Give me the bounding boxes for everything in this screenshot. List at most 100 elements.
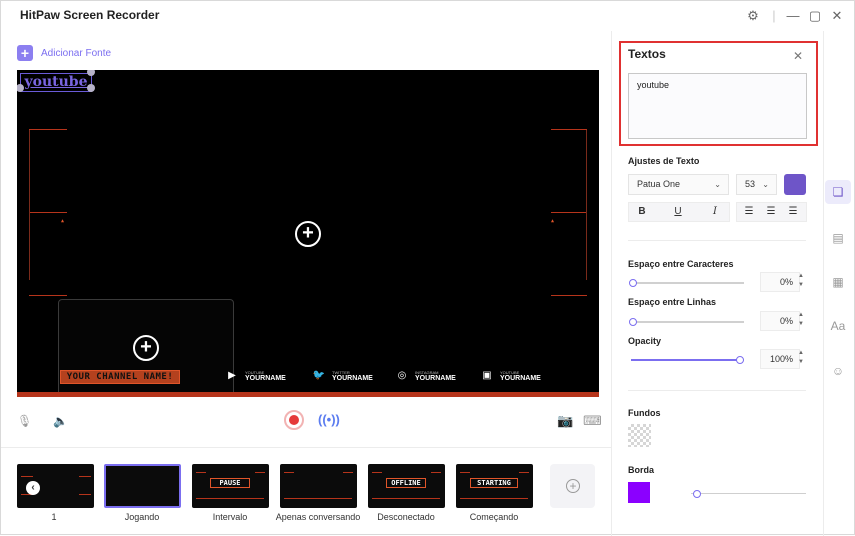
opacity-slider[interactable] (631, 356, 744, 364)
slider-knob[interactable] (629, 279, 637, 287)
hud-triangle: ▲ (551, 218, 555, 224)
opacity-title: Opacity (628, 336, 662, 346)
add-scene-button[interactable]: + (550, 464, 595, 508)
border-title: Borda (628, 465, 655, 475)
text-settings-title: Ajustes de Texto (628, 156, 700, 166)
scene-word: STARTING (470, 478, 518, 488)
scene-label: Começando (469, 512, 519, 522)
hud-line (551, 295, 587, 296)
scene-thumbnail[interactable] (280, 464, 357, 508)
scene-label: 1 (51, 512, 57, 522)
align-left-icon[interactable]: ☰ (738, 202, 760, 222)
preview-canvas[interactable]: ▲ ▲ youtube + + YOUR CHANNEL NAME! ▶ YOU… (17, 70, 599, 397)
char-spacing-title: Espaço entre Caracteres (628, 259, 734, 269)
line-spacing-value[interactable]: 0% (760, 311, 800, 331)
slider-knob[interactable] (629, 318, 637, 326)
slider-knob[interactable] (736, 356, 744, 364)
chevron-down-icon: ⌄ (762, 180, 769, 189)
scene-label: Apenas conversando (275, 512, 361, 522)
close-panel-icon[interactable]: ✕ (793, 49, 803, 63)
text-tool-icon[interactable]: Aa (825, 314, 851, 338)
record-button[interactable] (284, 410, 304, 430)
settings-gear-icon[interactable]: ⚙ (745, 8, 761, 24)
resize-handle[interactable] (87, 70, 95, 76)
slider-knob[interactable] (693, 490, 701, 498)
social-twitch: ▣ YOUTUBE YOURNAME (480, 368, 541, 384)
social-youtube: ▶ YOUTUBE YOURNAME (225, 368, 286, 384)
bold-button[interactable]: B (631, 202, 653, 222)
hud-vline (29, 130, 30, 280)
app-title: HitPaw Screen Recorder (20, 8, 160, 22)
char-spacing-slider[interactable] (629, 279, 744, 287)
border-color-swatch[interactable] (628, 482, 650, 503)
scene-word: OFFLINE (386, 478, 426, 488)
resize-handle[interactable] (87, 84, 95, 92)
add-source-button[interactable]: + Adicionar Fonte (17, 45, 111, 61)
social-instagram: ◎ INSTAGRAM YOURNAME (395, 368, 456, 384)
twitch-icon: ▣ (482, 370, 492, 381)
twitter-icon: 🐦 (312, 370, 326, 381)
scene-thumbnail-selected[interactable] (104, 464, 181, 508)
align-right-icon[interactable]: ☰ (782, 202, 804, 222)
icon-column-divider (823, 31, 824, 536)
line-spacing-title: Espaço entre Linhas (628, 297, 717, 307)
scene-thumbnail[interactable]: OFFLINE (368, 464, 445, 508)
hud-vline (586, 130, 587, 280)
live-stream-icon[interactable]: ((•)) (318, 410, 340, 430)
transparent-background-swatch[interactable] (628, 424, 651, 447)
add-webcam-icon[interactable]: + (133, 335, 159, 361)
align-center-icon[interactable]: ☰ (760, 202, 782, 222)
panel-divider (611, 31, 612, 536)
scene-label: Desconectado (377, 512, 435, 522)
scene-label: Intervalo (212, 512, 248, 522)
line-spacing-slider[interactable] (629, 318, 744, 326)
text-layers-icon[interactable]: ❏ (825, 180, 851, 204)
sticker-icon[interactable]: ☺ (825, 359, 851, 383)
maximize-icon[interactable]: ▢ (807, 8, 823, 24)
backgrounds-title: Fundos (628, 408, 661, 418)
hud-line (551, 129, 587, 130)
keyboard-icon[interactable]: ⌨ (583, 413, 602, 429)
add-scene-icon: + (566, 479, 580, 493)
add-source-label: Adicionar Fonte (41, 47, 112, 59)
hud-line (29, 129, 67, 130)
hud-line (29, 212, 67, 213)
stepper-icon[interactable]: ▲ ▼ (796, 349, 806, 369)
scroll-left-icon[interactable]: ‹ (26, 481, 40, 495)
preview-bottom-strip (17, 392, 599, 397)
scene-label: Jogando (124, 512, 160, 522)
chevron-down-icon: ⌄ (714, 180, 721, 189)
minimize-icon[interactable]: — (785, 8, 801, 24)
text-input[interactable]: youtube (628, 73, 807, 139)
border-width-slider[interactable] (691, 490, 806, 498)
youtube-icon: ▶ (228, 370, 236, 381)
scene-thumbnail[interactable]: PAUSE (192, 464, 269, 508)
text-overlay[interactable]: youtube (20, 73, 92, 92)
char-spacing-value[interactable]: 0% (760, 272, 800, 292)
title-bar: HitPaw Screen Recorder ⚙ | — ▢ ✕ (1, 1, 855, 31)
close-window-icon[interactable]: ✕ (829, 8, 845, 24)
add-icon: + (17, 45, 33, 61)
hud-triangle: ▲ (61, 218, 65, 224)
font-select[interactable]: Patua One ⌄ (628, 174, 729, 195)
underline-button[interactable]: U (667, 202, 689, 222)
font-size-select[interactable]: 53 ⌄ (736, 174, 777, 195)
pattern-icon[interactable]: ▦ (825, 270, 851, 294)
scene-word: PAUSE (210, 478, 250, 488)
text-color-swatch[interactable] (784, 174, 806, 195)
add-source-center-icon[interactable]: + (295, 221, 321, 247)
camera-icon[interactable]: 📷 (557, 413, 573, 429)
instagram-icon: ◎ (397, 370, 407, 381)
stepper-icon[interactable]: ▲ ▼ (796, 272, 806, 292)
opacity-value[interactable]: 100% (760, 349, 800, 369)
divider (628, 390, 806, 391)
hud-line (29, 295, 67, 296)
layout-icon[interactable]: ▤ (825, 226, 851, 250)
hud-line (551, 212, 587, 213)
microphone-icon[interactable]: 🎙 (17, 414, 32, 428)
stepper-icon[interactable]: ▲ ▼ (796, 311, 806, 331)
scene-thumbnail[interactable]: STARTING (456, 464, 533, 508)
social-twitter: 🐦 TWITTER YOURNAME (312, 369, 373, 382)
speaker-icon[interactable]: 🔈 (53, 414, 68, 428)
italic-button[interactable]: I (704, 202, 726, 222)
